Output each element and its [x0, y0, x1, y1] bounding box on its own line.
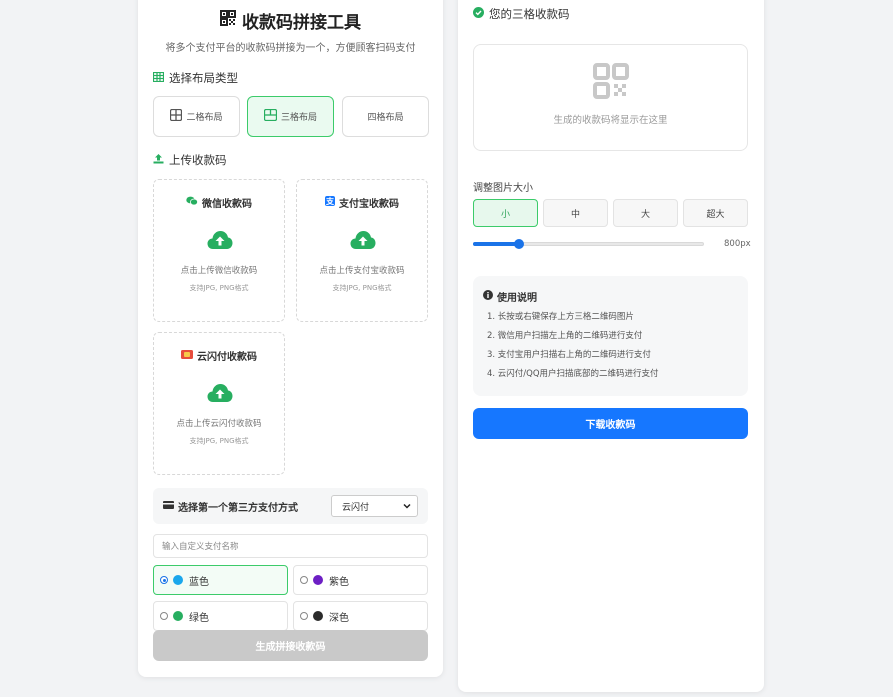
color-option-green[interactable]: 绿色: [153, 601, 288, 631]
info-icon: [483, 290, 493, 303]
upload-section-label: 上传收款码: [153, 152, 227, 168]
help-item: 3. 支付宝用户扫描右上角的二维码进行支付: [487, 350, 651, 360]
cloud-upload-icon: [350, 230, 376, 254]
color-swatch: [313, 611, 323, 621]
preview-panel: 您的三格收款码 生成的收款码将显示在这里 调整图片大小 小 中 大 超大 800…: [458, 0, 764, 692]
unionpay-icon: [181, 349, 193, 362]
third-party-select[interactable]: 云闪付: [331, 495, 418, 517]
color-option-purple[interactable]: 紫色: [293, 565, 428, 595]
alipay-icon: 支: [325, 196, 335, 209]
upload-box-title: 云闪付收款码: [154, 348, 284, 363]
layout-option-label: 四格布局: [367, 113, 404, 123]
preview-title: 您的三格收款码: [473, 6, 570, 22]
credit-card-icon: [163, 501, 174, 512]
upload-box-title: 微信收款码: [154, 195, 284, 210]
upload-section-label-text: 上传收款码: [169, 153, 227, 167]
page-title: 收款码拼接工具: [138, 8, 443, 33]
size-option-large[interactable]: 大: [613, 199, 678, 227]
upload-box-hint: 点击上传云闪付收款码: [176, 419, 262, 429]
color-option-label: 深色: [329, 612, 349, 624]
generate-button[interactable]: 生成拼接收款码: [153, 630, 428, 661]
third-party-row: 选择第一个第三方支付方式 云闪付: [153, 488, 428, 524]
upload-box-title-text: 云闪付收款码: [197, 352, 257, 363]
help-item: 1. 长按或右键保存上方三格二维码图片: [487, 312, 634, 322]
upload-box-format: 支持JPG, PNG格式: [332, 284, 392, 292]
config-panel: 收款码拼接工具 将多个支付平台的收款码拼接为一个，方便顾客扫码支付 选择布局类型…: [138, 0, 443, 677]
table-icon: [152, 71, 165, 85]
layout-section-label: 选择布局类型: [152, 70, 238, 86]
upload-box-title-text: 支付宝收款码: [339, 199, 399, 210]
upload-box-format: 支持JPG, PNG格式: [189, 437, 249, 445]
size-label: 调整图片大小: [473, 183, 533, 194]
layout-option-four[interactable]: 四格布局: [342, 96, 429, 137]
color-option-blue[interactable]: 蓝色: [153, 565, 288, 595]
preview-placeholder-text: 生成的收款码将显示在这里: [553, 115, 668, 126]
layout-option-three[interactable]: 三格布局: [247, 96, 334, 137]
radio-button[interactable]: [300, 576, 308, 584]
preview-title-text: 您的三格收款码: [489, 7, 570, 21]
download-button[interactable]: 下载收款码: [473, 408, 748, 439]
size-option-xlarge[interactable]: 超大: [683, 199, 748, 227]
size-slider-fill: [473, 242, 520, 246]
color-option-dark[interactable]: 深色: [293, 601, 428, 631]
radio-button[interactable]: [300, 612, 308, 620]
layout-section-label-text: 选择布局类型: [169, 71, 238, 85]
upload-box-wechat[interactable]: 微信收款码 点击上传微信收款码 支持JPG, PNG格式: [153, 179, 285, 322]
page-title-text: 收款码拼接工具: [242, 13, 361, 33]
layout-option-label: 二格布局: [186, 113, 223, 123]
grid-three-icon: [263, 108, 278, 124]
chevron-down-icon: [403, 501, 411, 514]
upload-box-alipay[interactable]: 支 支付宝收款码 点击上传支付宝收款码 支持JPG, PNG格式: [296, 179, 428, 322]
size-option-medium[interactable]: 中: [543, 199, 608, 227]
size-slider-handle[interactable]: [514, 239, 525, 249]
help-panel: 使用说明 1. 长按或右键保存上方三格二维码图片 2. 微信用户扫描左上角的二维…: [473, 276, 748, 396]
color-swatch: [313, 575, 323, 585]
third-party-label-text: 选择第一个第三方支付方式: [178, 503, 298, 514]
size-value: 800px: [724, 239, 751, 249]
help-title: 使用说明: [483, 289, 537, 304]
custom-name-input[interactable]: 输入自定义支付名称: [153, 534, 428, 558]
third-party-label: 选择第一个第三方支付方式: [163, 499, 298, 514]
color-option-label: 蓝色: [189, 576, 209, 588]
color-option-label: 紫色: [329, 576, 349, 588]
qrcode-placeholder-icon: [593, 63, 629, 103]
layout-option-two[interactable]: 二格布局: [153, 96, 240, 137]
upload-box-format: 支持JPG, PNG格式: [189, 284, 249, 292]
wechat-icon: [186, 196, 198, 209]
radio-button[interactable]: [160, 576, 168, 584]
upload-box-hint: 点击上传支付宝收款码: [319, 266, 405, 276]
upload-box-title: 支 支付宝收款码: [297, 195, 427, 210]
qrcode-icon: [220, 10, 236, 31]
help-item: 2. 微信用户扫描左上角的二维码进行支付: [487, 331, 643, 341]
cloud-upload-icon: [207, 230, 233, 254]
preview-area: 生成的收款码将显示在这里: [473, 44, 748, 151]
help-title-text: 使用说明: [497, 293, 537, 304]
color-option-label: 绿色: [189, 612, 209, 624]
upload-box-title-text: 微信收款码: [202, 199, 252, 210]
cloud-upload-icon: [207, 383, 233, 407]
third-party-select-value: 云闪付: [342, 502, 370, 513]
upload-box-hint: 点击上传微信收款码: [180, 266, 258, 276]
page-subtitle: 将多个支付平台的收款码拼接为一个，方便顾客扫码支付: [165, 43, 416, 54]
color-swatch: [173, 575, 183, 585]
check-circle-icon: [473, 7, 484, 21]
layout-option-label: 三格布局: [280, 113, 317, 123]
help-item: 4. 云闪付/QQ用户扫描底部的二维码进行支付: [487, 369, 659, 379]
grid-two-icon: [170, 108, 183, 124]
size-option-small[interactable]: 小: [473, 199, 538, 227]
svg-text:支: 支: [325, 196, 335, 206]
radio-button[interactable]: [160, 612, 168, 620]
upload-box-unionpay[interactable]: 云闪付收款码 点击上传云闪付收款码 支持JPG, PNG格式: [153, 332, 285, 475]
color-swatch: [173, 611, 183, 621]
upload-icon: [153, 153, 164, 167]
